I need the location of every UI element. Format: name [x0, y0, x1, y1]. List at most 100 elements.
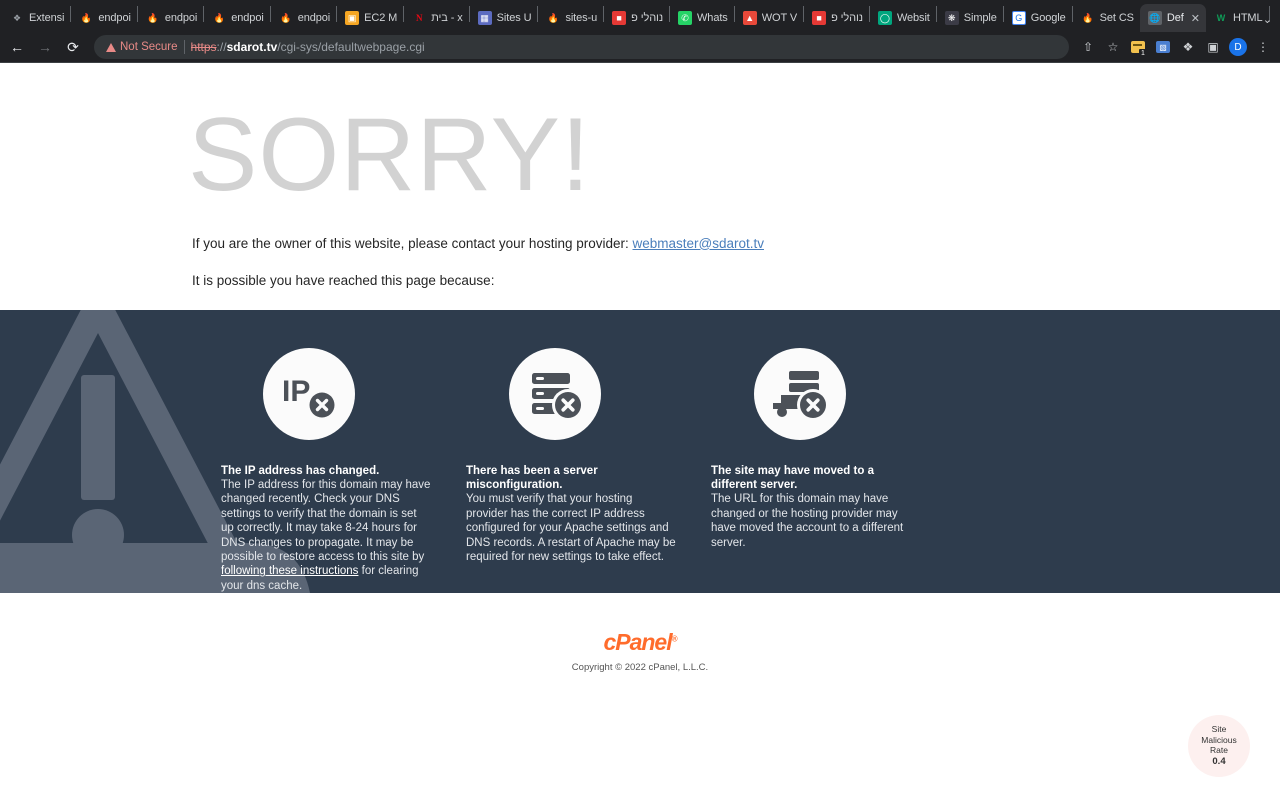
reason-intro: It is possible you have reached this pag…: [192, 272, 495, 288]
server-misconfig-icon: [509, 347, 601, 440]
cpanel-logo: cPanel®: [0, 629, 1280, 656]
tab-sites-u[interactable]: ▦ Sites U: [470, 4, 538, 32]
reason-column-server-moved: The site may have moved to a different s…: [711, 347, 956, 593]
tab-endpoint-4[interactable]: 🔥 endpoi: [271, 4, 336, 32]
reason-body-before: The IP address for this domain may have …: [221, 479, 431, 563]
side-panel-icon[interactable]: ▣: [1202, 36, 1224, 58]
sites-grid-icon: ▦: [477, 11, 492, 25]
tab-google[interactable]: G Google: [1004, 4, 1072, 32]
tab-default-webpage-active[interactable]: 🌐 Def ✕: [1139, 4, 1206, 32]
svg-text:IP: IP: [282, 375, 310, 408]
firebase-icon: 🔥: [547, 12, 560, 23]
bookmark-star-icon[interactable]: ☆: [1102, 36, 1124, 58]
tab-label: endpoi: [231, 12, 264, 24]
firebase-icon: 🔥: [147, 12, 159, 23]
forward-button[interactable]: →: [32, 34, 58, 60]
cpanel-logo-trademark: ®: [671, 634, 678, 644]
not-secure-label: Not Secure: [120, 41, 178, 53]
page-footer: cPanel® Copyright © 2022 cPanel, L.L.C.: [0, 593, 1280, 673]
badge-line-1: Site: [1211, 724, 1227, 735]
extension-blue-icon[interactable]: ▧: [1152, 36, 1174, 58]
owner-contact-text: If you are the owner of this website, pl…: [192, 235, 633, 251]
reload-button[interactable]: ⟳: [60, 34, 86, 60]
reason-title: The IP address has changed.: [221, 464, 380, 477]
tab-label: endpoi: [98, 12, 131, 24]
address-bar[interactable]: Not Secure https://sdarot.tv/cgi-sys/def…: [94, 35, 1069, 59]
tab-extensions[interactable]: ❖ Extensi: [2, 4, 70, 32]
tab-label: Google: [1030, 12, 1066, 24]
extensions-puzzle-icon[interactable]: ❖: [1177, 36, 1199, 58]
reason-title: There has been a server misconfiguration…: [466, 464, 598, 492]
badge-line-2: Malicious: [1201, 734, 1237, 745]
green-circle-icon: ◯: [877, 11, 892, 25]
tab-endpoint-1[interactable]: 🔥 endpoi: [71, 4, 136, 32]
url-scheme: https: [190, 40, 217, 54]
tab-whatsapp[interactable]: ✆ Whats: [670, 4, 734, 32]
tab-endpoint-2[interactable]: 🔥 endpoi: [138, 4, 203, 32]
avatar-initial: D: [1229, 38, 1247, 56]
tab-nohali-2[interactable]: ■ נוהלי פ: [804, 4, 869, 32]
tab-ec2[interactable]: ▣ EC2 M: [337, 4, 403, 32]
firebase-icon: 🔥: [280, 12, 292, 23]
tab-label: Whats: [697, 12, 728, 24]
tab-label: WOT V: [761, 12, 798, 24]
dns-instructions-link[interactable]: following these instructions: [221, 565, 358, 577]
extension-badge-count: 1: [1139, 49, 1147, 57]
webmaster-email-link[interactable]: webmaster@sdarot.tv: [633, 236, 765, 251]
reason-body: The IP address for this domain may have …: [221, 478, 431, 593]
warning-triangle-icon: [106, 42, 116, 52]
tab-label: Def: [1166, 12, 1184, 24]
tab-endpoint-3[interactable]: 🔥 endpoi: [204, 4, 269, 32]
url-path: /cgi-sys/defaultwebpage.cgi: [277, 40, 425, 54]
tab-wot[interactable]: ▲ WOT V: [735, 4, 803, 32]
tab-label: endpoi: [297, 12, 331, 24]
tab-label: Set CS: [1099, 12, 1134, 24]
firebase-icon: 🔥: [213, 12, 225, 23]
tab-website[interactable]: ◯ Websit: [870, 4, 936, 32]
back-button[interactable]: ←: [4, 34, 30, 60]
copyright-text: Copyright © 2022 cPanel, L.L.C.: [571, 661, 709, 673]
w3-icon: W: [1216, 12, 1226, 23]
drive-red-icon: ■: [812, 11, 827, 25]
tab-nohali-1[interactable]: ■ נוהלי פ: [604, 4, 669, 32]
tab-label: Websit: [896, 12, 930, 24]
omnibox-divider: [183, 40, 185, 54]
tab-label: EC2 M: [364, 12, 398, 24]
not-secure-indicator[interactable]: Not Secure: [106, 41, 178, 53]
tab-label: sites-u: [565, 12, 598, 24]
tab-label: HTML: [1232, 12, 1263, 24]
tab-simple[interactable]: ❋ Simple: [937, 4, 1003, 32]
drive-red-icon: ■: [612, 11, 627, 25]
url-text: https://sdarot.tv/cgi-sys/defaultwebpage…: [191, 40, 425, 54]
cpanel-logo-rest: Panel: [615, 628, 672, 655]
extension-blue-glyph: ▧: [1156, 41, 1170, 53]
chrome-menu-icon[interactable]: ⋮: [1252, 36, 1274, 58]
badge-line-3: Rate: [1210, 744, 1228, 755]
tab-label: Extensi: [29, 12, 65, 24]
chevron-down-icon[interactable]: ⌄: [1263, 13, 1272, 26]
badge-value: 0.4: [1212, 756, 1226, 768]
toolbar-icons: ⇧ ☆ 1 ▧ ❖ ▣ D ⋮: [1077, 36, 1274, 58]
server-moved-icon: [754, 347, 846, 440]
url-host: sdarot.tv: [226, 40, 278, 54]
puzzle-icon: ❖: [12, 12, 22, 23]
simple-dark-icon: ❋: [944, 11, 959, 25]
tab-sites-u2[interactable]: 🔥 sites-u: [538, 4, 603, 32]
tab-label: endpoi: [164, 12, 198, 24]
site-malicious-rate-badge[interactable]: Site Malicious Rate 0.4: [1188, 715, 1250, 777]
globe-icon: 🌐: [1147, 11, 1162, 25]
avatar[interactable]: D: [1227, 36, 1249, 58]
intro-section: SORRY! If you are the owner of this webs…: [0, 63, 1280, 288]
tab-label: Sites U: [496, 12, 532, 24]
tab-html[interactable]: W HTML: [1206, 4, 1269, 32]
aws-box-icon: ▣: [345, 11, 360, 25]
extension-yellow-icon[interactable]: 1: [1127, 36, 1149, 58]
reason-body: You must verify that your hosting provid…: [466, 493, 676, 563]
tab-netflix[interactable]: N בית - x: [404, 4, 468, 32]
close-icon[interactable]: ✕: [1191, 12, 1200, 25]
reason-columns: IP The IP address has changed. The IP ad…: [0, 310, 1280, 593]
tab-set-css[interactable]: 🔥 Set CS: [1073, 4, 1140, 32]
share-icon[interactable]: ⇧: [1077, 36, 1099, 58]
reason-title: The site may have moved to a different s…: [711, 464, 874, 492]
wot-icon: ▲: [742, 11, 757, 25]
